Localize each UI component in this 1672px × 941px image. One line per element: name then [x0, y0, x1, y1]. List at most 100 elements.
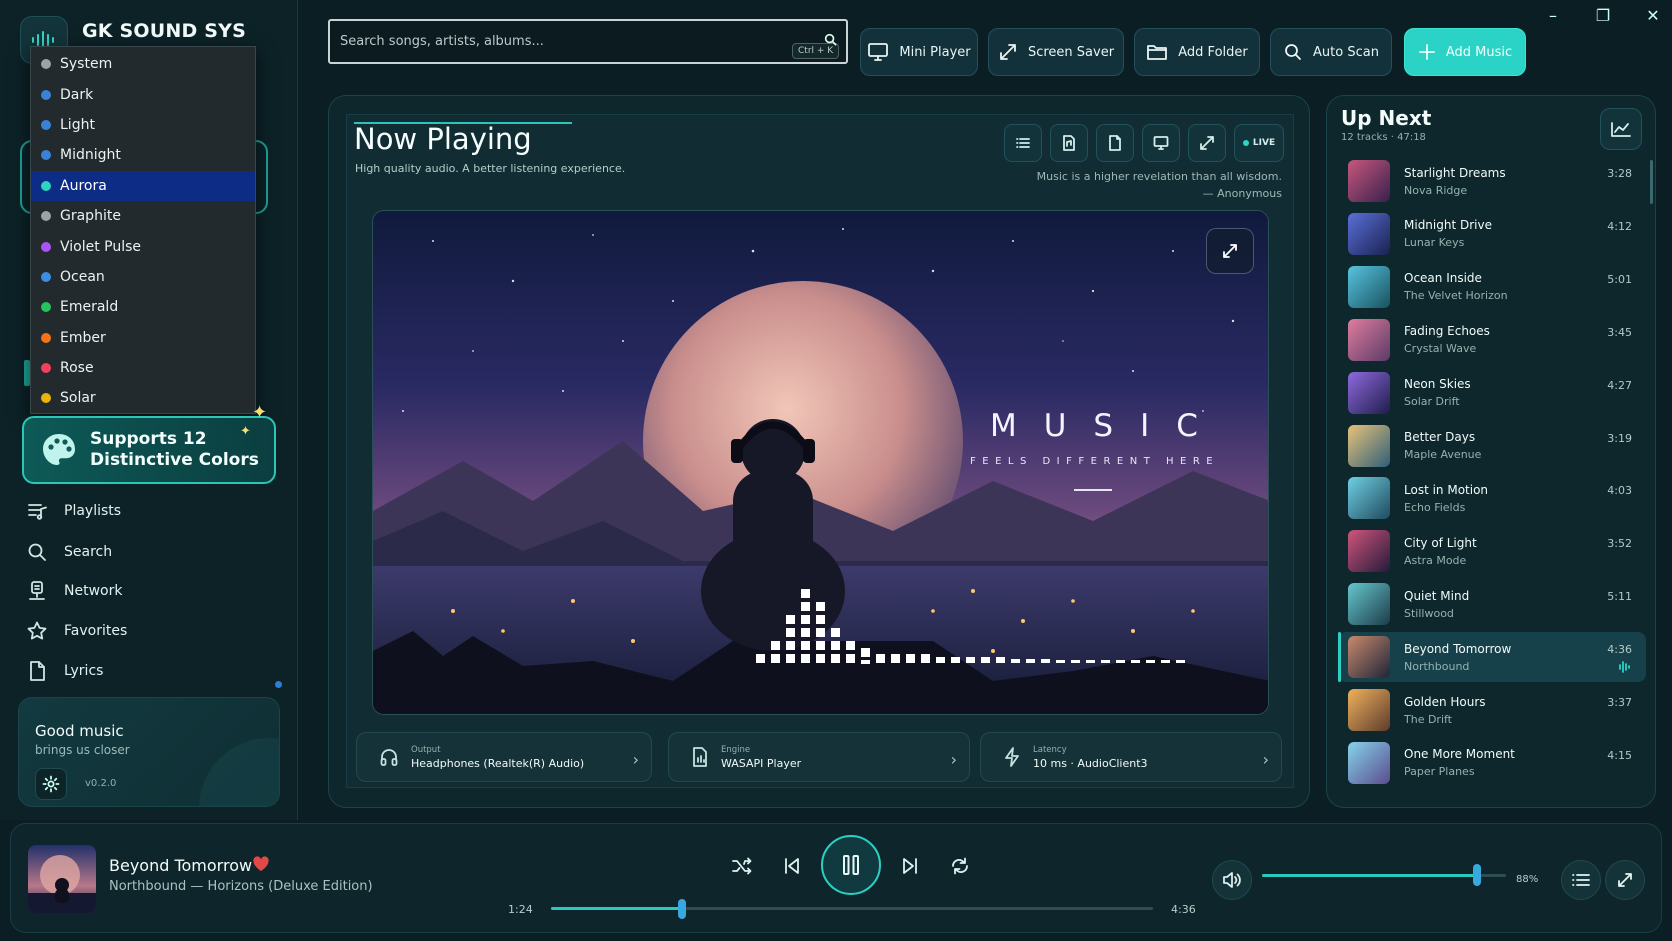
theme-option-ember[interactable]: Ember: [31, 323, 255, 353]
screen-saver-button[interactable]: Screen Saver: [988, 28, 1124, 76]
track-title: Quiet Mind: [1404, 588, 1470, 603]
theme-option-label: Light: [60, 116, 95, 133]
search-icon[interactable]: [824, 33, 837, 46]
up-next-track[interactable]: Ocean Inside The Velvet Horizon 5:01: [1338, 262, 1646, 312]
sidebar-item-label: Search: [64, 544, 113, 560]
up-next-track[interactable]: Midnight Drive Lunar Keys 4:12: [1338, 209, 1646, 259]
track-title: Beyond Tomorrow: [1404, 641, 1512, 656]
track-thumbnail: [1348, 530, 1390, 573]
artwork-fullscreen-button[interactable]: [1206, 228, 1254, 274]
add-music-button[interactable]: Add Music: [1404, 28, 1526, 76]
track-duration: 4:27: [1607, 378, 1632, 392]
theme-option-system[interactable]: System: [31, 49, 255, 79]
next-button[interactable]: [890, 846, 930, 886]
sidebar-item-network[interactable]: Network: [26, 574, 276, 608]
pause-button[interactable]: [821, 835, 881, 895]
track-duration: 3:19: [1607, 431, 1632, 445]
sidebar-item-lyrics[interactable]: Lyrics: [26, 654, 276, 688]
theme-option-light[interactable]: Light: [31, 110, 255, 140]
fullscreen-button[interactable]: [1188, 124, 1226, 162]
app-version: v0.2.0: [85, 778, 117, 789]
engine-label: Engine: [721, 744, 751, 755]
shuffle-icon: [732, 857, 752, 875]
theme-option-solar[interactable]: Solar: [31, 383, 255, 413]
heart-icon: [253, 856, 269, 871]
theme-option-midnight[interactable]: Midnight: [31, 140, 255, 170]
theme-option-aurora[interactable]: Aurora: [31, 170, 255, 201]
track-artist: The Velvet Horizon: [1404, 289, 1508, 303]
quote-author: — Anonymous: [1202, 187, 1282, 200]
favorite-button[interactable]: [252, 856, 270, 872]
output-card[interactable]: Output Headphones (Realtek(R) Audio) ›: [356, 732, 652, 782]
volume-slider[interactable]: [1262, 874, 1506, 877]
up-next-track[interactable]: Beyond Tomorrow Northbound 4:36: [1338, 632, 1646, 683]
up-next-track[interactable]: Fading Echoes Crystal Wave 3:45: [1338, 315, 1646, 365]
theme-option-rose[interactable]: Rose: [31, 353, 255, 383]
engine-card[interactable]: Engine WASAPI Player ›: [668, 732, 970, 782]
theme-option-graphite[interactable]: Graphite: [31, 201, 255, 231]
list-icon: [1016, 138, 1030, 148]
up-next-track[interactable]: Lost in Motion Echo Fields 4:03: [1338, 473, 1646, 523]
output-label: Output: [411, 744, 441, 755]
theme-option-label: Solar: [60, 390, 96, 407]
volume-handle[interactable]: [1472, 864, 1481, 886]
track-duration: 3:52: [1607, 537, 1632, 551]
color-dot: [41, 119, 51, 130]
theme-option-label: Emerald: [60, 299, 119, 316]
search-input[interactable]: [340, 34, 760, 49]
up-next-track[interactable]: Better Days Maple Avenue 3:19: [1338, 421, 1646, 471]
up-next-track[interactable]: Starlight Dreams Nova Ridge 3:28: [1338, 156, 1646, 206]
up-next-track[interactable]: Golden Hours The Drift 3:37: [1338, 685, 1646, 735]
previous-button[interactable]: [772, 846, 812, 886]
page-subtitle: High quality audio. A better listening e…: [355, 162, 626, 175]
add-folder-button[interactable]: Add Folder: [1134, 28, 1260, 76]
minimize-icon[interactable]: –: [1542, 4, 1564, 26]
theme-option-violet-pulse[interactable]: Violet Pulse: [31, 231, 255, 261]
add-music-label: Add Music: [1445, 44, 1513, 60]
progress-bar[interactable]: [551, 907, 1153, 910]
list-view-button[interactable]: [1004, 124, 1042, 162]
track-artist: Stillwood: [1404, 606, 1454, 620]
theme-option-emerald[interactable]: Emerald: [31, 292, 255, 322]
auto-scan-button[interactable]: Auto Scan: [1270, 28, 1392, 76]
sidebar-item-label: Playlists: [64, 503, 122, 519]
sidebar-item-search[interactable]: Search: [26, 535, 276, 569]
display-button[interactable]: [1142, 124, 1180, 162]
repeat-icon: [952, 857, 968, 875]
up-next-track[interactable]: One More Moment Paper Planes 4:15: [1338, 738, 1646, 788]
theme-option-label: Graphite: [60, 208, 121, 225]
colors-promo-card[interactable]: Supports 12 Distinctive Colors: [22, 416, 276, 484]
theme-option-ocean[interactable]: Ocean: [31, 262, 255, 292]
file-button[interactable]: [1050, 124, 1088, 162]
artwork-subtitle: FEELS DIFFERENT HERE: [970, 456, 1220, 467]
latency-card[interactable]: Latency 10 ms · AudioClient3 ›: [980, 732, 1282, 782]
restore-icon[interactable]: ❐: [1592, 4, 1614, 26]
volume-button[interactable]: [1212, 860, 1252, 900]
queue-button[interactable]: [1561, 860, 1601, 900]
up-next-track[interactable]: Neon Skies Solar Drift 4:27: [1338, 368, 1646, 418]
repeat-button[interactable]: [940, 846, 980, 886]
settings-button[interactable]: [35, 768, 67, 800]
mini-player-button[interactable]: Mini Player: [860, 28, 978, 76]
skip-forward-icon: [903, 858, 917, 874]
track-artist: Echo Fields: [1404, 500, 1466, 514]
now-playing-thumbnail[interactable]: [28, 845, 96, 913]
track-title: City of Light: [1404, 535, 1477, 550]
up-next-track[interactable]: Quiet Mind Stillwood 5:11: [1338, 579, 1646, 629]
track-thumbnail: [1348, 212, 1390, 255]
progress-handle[interactable]: [677, 899, 686, 919]
up-next-track[interactable]: City of Light Astra Mode 3:52: [1338, 526, 1646, 576]
sidebar-item-favorites[interactable]: Favorites: [26, 614, 276, 648]
theme-option-dark[interactable]: Dark: [31, 79, 255, 109]
live-badge[interactable]: LIVE: [1234, 124, 1284, 162]
up-next-scrollbar[interactable]: [1650, 160, 1653, 204]
shuffle-button[interactable]: [722, 846, 762, 886]
sidebar-item-playlists[interactable]: Playlists: [26, 494, 276, 528]
latency-value: 10 ms · AudioClient3: [1033, 756, 1148, 770]
close-icon[interactable]: ✕: [1642, 4, 1664, 26]
queue-options-button[interactable]: [1600, 108, 1642, 150]
expand-player-button[interactable]: [1605, 860, 1645, 900]
track-duration: 3:45: [1607, 325, 1632, 339]
sidebar-item-label: Favorites: [64, 623, 128, 639]
document-button[interactable]: [1096, 124, 1134, 162]
